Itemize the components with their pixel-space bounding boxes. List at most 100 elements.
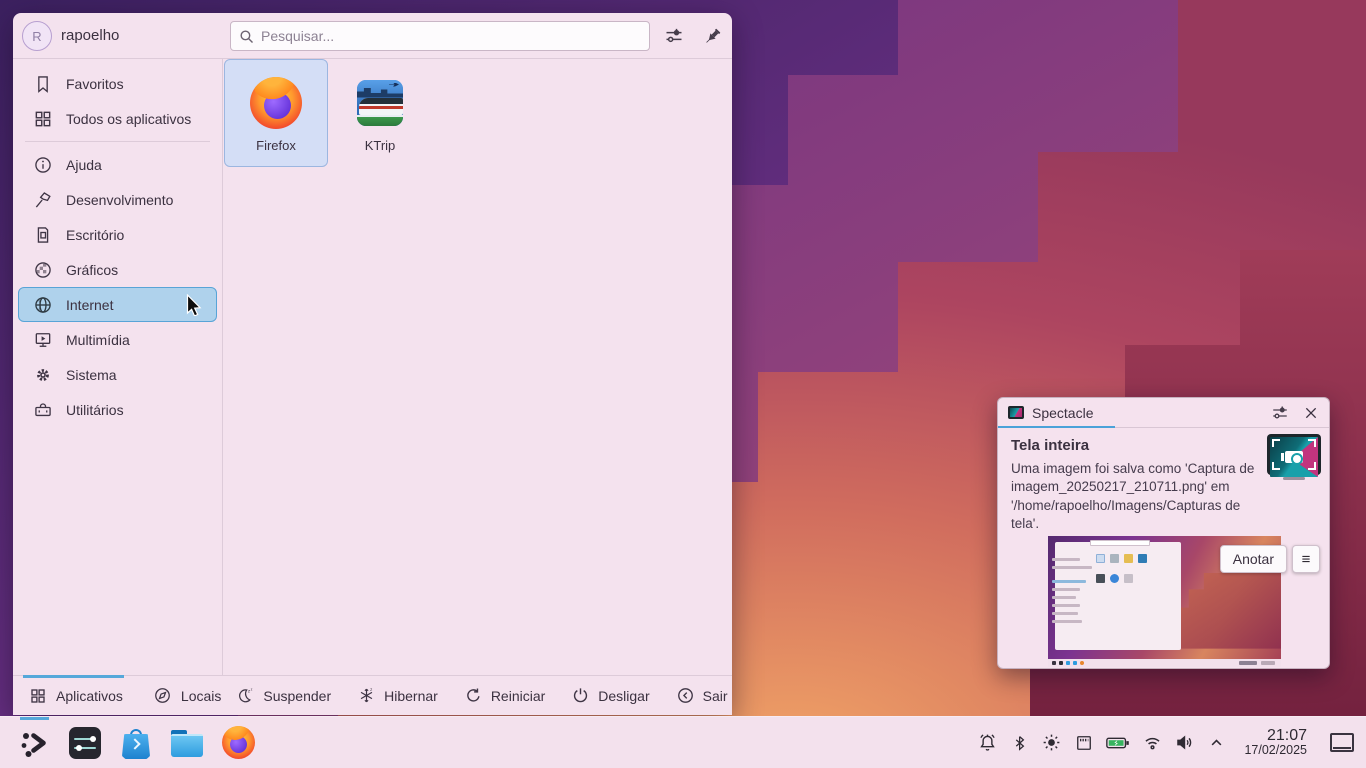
app-tile-ktrip[interactable]: KTrip xyxy=(328,59,432,167)
monitor-play-icon xyxy=(32,329,53,350)
launcher-footer: Aplicativos Locais zz Suspender z Hibern… xyxy=(13,675,732,715)
hibernate-button[interactable]: z Hibernar xyxy=(357,686,438,705)
peek-desktop-widget[interactable] xyxy=(1330,733,1354,752)
apps-grid-icon xyxy=(32,108,53,129)
sidebar-item-multimidia[interactable]: Multimídia xyxy=(18,322,217,357)
firefox-task-button[interactable] xyxy=(221,726,255,760)
dolphin-button[interactable] xyxy=(170,726,204,760)
tray-expand-chevron-icon[interactable] xyxy=(1206,732,1227,753)
sidebar-separator xyxy=(25,141,210,142)
gear-icon xyxy=(32,364,53,385)
battery-icon[interactable] xyxy=(1105,732,1131,753)
sidebar-item-label: Ajuda xyxy=(66,157,102,173)
sidebar-item-desenvolvimento[interactable]: Desenvolvimento xyxy=(18,182,217,217)
app-grid: Firefox KTrip xyxy=(224,59,732,675)
toolbox-icon xyxy=(32,399,53,420)
user-name: rapoelho xyxy=(61,27,119,44)
sidebar-item-label: Escritório xyxy=(66,227,124,243)
button-label: Hibernar xyxy=(384,688,438,704)
system-settings-icon xyxy=(69,727,101,759)
sidebar-item-label: Favoritos xyxy=(66,76,124,92)
notification-timeout-bar xyxy=(998,426,1115,428)
app-label: Firefox xyxy=(256,138,296,153)
volume-icon[interactable] xyxy=(1174,732,1195,753)
compass-icon xyxy=(153,686,172,705)
launcher-button[interactable] xyxy=(17,726,51,760)
hibernate-icon: z xyxy=(357,686,376,705)
sidebar-item-sistema[interactable]: Sistema xyxy=(18,357,217,392)
system-settings-button[interactable] xyxy=(68,726,102,760)
digital-clock[interactable]: 21:07 17/02/2025 xyxy=(1244,727,1307,758)
notification-header: Spectacle xyxy=(998,398,1329,428)
pin-icon[interactable] xyxy=(701,25,723,47)
svg-text:z: z xyxy=(370,687,372,692)
apps-grid-icon xyxy=(28,686,47,705)
sidebar-item-label: Multimídia xyxy=(66,332,130,348)
app-label: KTrip xyxy=(365,138,396,153)
button-label: Sair xyxy=(703,688,728,704)
tab-aplicativos[interactable]: Aplicativos xyxy=(13,676,138,715)
annotate-button[interactable]: Anotar xyxy=(1220,545,1287,573)
notification-body: Uma imagem foi salva como 'Captura de im… xyxy=(1011,460,1263,533)
image-icon xyxy=(32,259,53,280)
button-label: Reiniciar xyxy=(491,688,545,704)
search-input-wrap xyxy=(230,21,650,51)
info-icon xyxy=(32,154,53,175)
clock-time: 21:07 xyxy=(1244,727,1307,745)
sidebar-item-ajuda[interactable]: Ajuda xyxy=(18,147,217,182)
notification-app-title: Spectacle xyxy=(1032,405,1093,421)
spectacle-mini-icon xyxy=(1008,406,1024,419)
spectacle-app-icon xyxy=(1267,434,1321,480)
bluetooth-icon[interactable] xyxy=(1009,732,1030,753)
sidebar-item-escritorio[interactable]: Escritório xyxy=(18,217,217,252)
ktrip-icon xyxy=(351,74,409,132)
tab-label: Locais xyxy=(181,688,221,704)
button-label: Suspender xyxy=(263,688,331,704)
shutdown-button[interactable]: Desligar xyxy=(571,686,649,705)
restart-icon xyxy=(464,686,483,705)
wifi-icon[interactable] xyxy=(1142,732,1163,753)
folder-icon xyxy=(170,730,204,758)
restart-button[interactable]: Reiniciar xyxy=(464,686,545,705)
spectacle-notification: Spectacle Tela inteira Uma imagem foi sa… xyxy=(997,397,1330,669)
shutdown-icon xyxy=(571,686,590,705)
sidebar-item-label: Desenvolvimento xyxy=(66,192,173,208)
sidebar-item-label: Sistema xyxy=(66,367,117,383)
avatar[interactable]: R xyxy=(22,21,52,51)
sidebar-item-favoritos[interactable]: Favoritos xyxy=(18,66,217,101)
suspend-button[interactable]: zz Suspender xyxy=(236,686,331,705)
sidebar-item-label: Gráficos xyxy=(66,262,118,278)
search-input[interactable] xyxy=(231,22,649,50)
kde-launcher-icon xyxy=(18,727,50,759)
hamburger-icon: ≡ xyxy=(1302,551,1311,568)
close-icon[interactable] xyxy=(1303,405,1319,421)
brightness-icon[interactable] xyxy=(1041,732,1062,753)
sidebar-item-internet[interactable]: Internet xyxy=(18,287,217,322)
sidebar-item-label: Todos os aplicativos xyxy=(66,111,191,127)
taskbar: 21:07 17/02/2025 xyxy=(0,716,1366,768)
svg-text:z: z xyxy=(251,687,253,691)
discover-icon xyxy=(120,729,152,759)
app-tile-firefox[interactable]: Firefox xyxy=(224,59,328,167)
sidebar-item-utilitarios[interactable]: Utilitários xyxy=(18,392,217,427)
globe-icon xyxy=(32,294,53,315)
configure-icon[interactable] xyxy=(663,25,685,47)
clock-date: 17/02/2025 xyxy=(1244,744,1307,758)
sidebar-item-graficos[interactable]: Gráficos xyxy=(18,252,217,287)
bookmark-icon xyxy=(32,73,53,94)
suspend-icon: zz xyxy=(236,686,255,705)
active-tab-indicator xyxy=(23,675,124,678)
clipboard-icon[interactable] xyxy=(1073,732,1094,753)
launcher-header: R rapoelho xyxy=(13,13,732,59)
discover-button[interactable] xyxy=(119,726,153,760)
notification-configure-icon[interactable] xyxy=(1271,404,1289,422)
annotate-label: Anotar xyxy=(1233,551,1274,567)
sidebar-item-todos-os-aplicativos[interactable]: Todos os aplicativos xyxy=(18,101,217,136)
tab-locais[interactable]: Locais xyxy=(138,676,236,715)
document-icon xyxy=(32,224,53,245)
notifications-bell-icon[interactable] xyxy=(977,732,998,753)
thumbnail-menu-button[interactable]: ≡ xyxy=(1292,545,1320,573)
logout-button[interactable]: Sair xyxy=(676,686,732,705)
button-label: Desligar xyxy=(598,688,649,704)
active-task-indicator xyxy=(20,717,49,720)
